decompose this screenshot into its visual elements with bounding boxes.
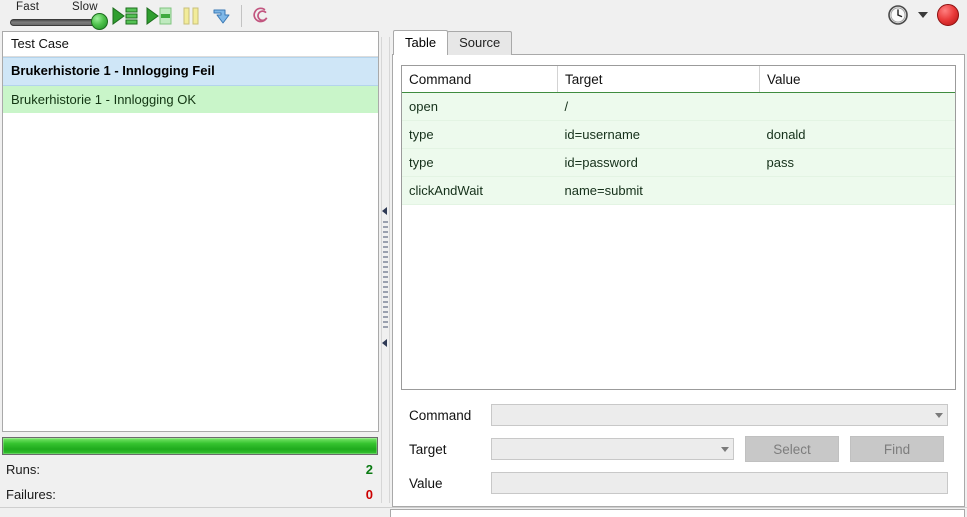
- table-row[interactable]: type id=password pass: [402, 148, 955, 177]
- record-icon: [937, 3, 959, 26]
- selenium-ide-window: Fast Slow Test Case Brukerhistorie 1 - I…: [0, 0, 967, 517]
- chevron-down-icon: [918, 11, 928, 18]
- cell-target[interactable]: /: [557, 92, 760, 121]
- chevron-down-icon[interactable]: [721, 446, 729, 452]
- chevron-down-icon[interactable]: [935, 412, 943, 418]
- cell-value[interactable]: pass: [759, 148, 955, 177]
- cell-command[interactable]: clickAndWait: [402, 176, 558, 205]
- test-case-list-box: Test Case Brukerhistorie 1 - Innlogging …: [2, 31, 379, 432]
- table-row[interactable]: open /: [402, 92, 955, 121]
- cell-command[interactable]: open: [402, 92, 558, 121]
- speed-slider-thumb[interactable]: [91, 13, 108, 30]
- cell-value[interactable]: [759, 92, 955, 121]
- toolbar-separator: [241, 5, 242, 27]
- run-statistics: Runs: 2 Failures: 0: [2, 457, 379, 507]
- runs-stat-row: Runs: 2: [6, 457, 373, 482]
- run-progress-track: [2, 437, 378, 455]
- main-split: Test Case Brukerhistorie 1 - Innlogging …: [0, 30, 967, 507]
- cell-value[interactable]: [759, 176, 955, 205]
- toolbar-right-group: [883, 0, 963, 30]
- runs-label: Runs:: [6, 462, 40, 477]
- speed-slider-track[interactable]: [10, 19, 103, 26]
- target-field-row: Target Select Find: [409, 436, 948, 462]
- clock-icon: [888, 4, 908, 25]
- splitter-collapse-left-icon-bottom[interactable]: [382, 339, 387, 347]
- editor-panel: Table Source Command Target Value open /…: [392, 30, 967, 507]
- column-header-target[interactable]: Target: [557, 66, 760, 93]
- runs-value: 2: [365, 462, 373, 477]
- pause-icon: [183, 7, 199, 24]
- speed-slow-label: Slow: [72, 1, 98, 13]
- test-case-list-header: Test Case: [3, 32, 378, 57]
- pause-button[interactable]: [176, 1, 206, 30]
- table-row[interactable]: clickAndWait name=submit: [402, 176, 955, 205]
- run-current-test-button[interactable]: [142, 1, 176, 30]
- command-table-box: Command Target Value open / type id=user…: [401, 65, 956, 390]
- cell-target[interactable]: id=password: [557, 148, 760, 177]
- failures-stat-row: Failures: 0: [6, 482, 373, 507]
- select-button[interactable]: Select: [745, 436, 839, 462]
- test-case-item-passing[interactable]: Brukerhistorie 1 - Innlogging OK: [3, 86, 378, 113]
- command-field-label: Command: [409, 407, 472, 423]
- splitter-collapse-left-icon[interactable]: [382, 207, 387, 215]
- cell-command[interactable]: type: [402, 120, 558, 149]
- play-list-icon: [112, 6, 138, 25]
- value-field-row: Value: [409, 472, 948, 494]
- run-progress-bar: [2, 437, 378, 455]
- table-tab-panel: Command Target Value open / type id=user…: [392, 54, 965, 507]
- command-editor-form: Command Target Select Find Value: [401, 390, 956, 502]
- test-case-item-failing[interactable]: Brukerhistorie 1 - Innlogging Feil: [3, 57, 378, 86]
- cell-target[interactable]: id=username: [557, 120, 760, 149]
- splitter-grip[interactable]: [383, 221, 388, 331]
- run-progress-fill: [3, 438, 377, 454]
- value-field-label: Value: [409, 475, 443, 491]
- main-toolbar: Fast Slow: [0, 0, 967, 31]
- command-table-header-row: Command Target Value: [402, 66, 955, 93]
- find-button[interactable]: Find: [850, 436, 944, 462]
- step-arrow-icon: [213, 9, 230, 23]
- schedule-dropdown-button[interactable]: [913, 0, 933, 29]
- speed-fast-label: Fast: [16, 1, 40, 13]
- schedule-button[interactable]: [883, 0, 913, 29]
- tab-source[interactable]: Source: [447, 31, 513, 55]
- cell-command[interactable]: type: [402, 148, 558, 177]
- command-field-row: Command: [409, 404, 948, 426]
- cell-value[interactable]: donald: [759, 120, 955, 149]
- execution-speed-slider[interactable]: Fast Slow: [2, 0, 108, 31]
- tab-table[interactable]: Table: [393, 30, 449, 55]
- command-input[interactable]: [491, 404, 948, 426]
- command-table-body: open / type id=username donald type id=p…: [402, 92, 955, 205]
- test-case-panel: Test Case Brukerhistorie 1 - Innlogging …: [0, 31, 379, 507]
- failures-label: Failures:: [6, 487, 56, 502]
- play-single-icon: [146, 6, 172, 25]
- command-table: Command Target Value open / type id=user…: [402, 66, 955, 205]
- pane-splitter[interactable]: [379, 31, 392, 507]
- run-all-tests-button[interactable]: [108, 1, 142, 30]
- record-button[interactable]: [933, 0, 963, 29]
- log-panel-sliver: [390, 509, 965, 517]
- failures-value: 0: [365, 487, 373, 502]
- column-header-command[interactable]: Command: [402, 66, 558, 93]
- splitter-line-right: [389, 37, 390, 503]
- step-button[interactable]: [206, 1, 236, 30]
- target-input[interactable]: [491, 438, 734, 460]
- rollup-button[interactable]: [247, 1, 277, 30]
- column-header-value[interactable]: Value: [759, 66, 955, 93]
- table-row[interactable]: type id=username donald: [402, 120, 955, 149]
- editor-tabs: Table Source: [392, 30, 965, 55]
- value-input[interactable]: [491, 472, 948, 494]
- splitter-line-left: [381, 37, 382, 503]
- target-field-label: Target: [409, 441, 447, 457]
- spiral-icon: [253, 6, 268, 22]
- cell-target[interactable]: name=submit: [557, 176, 760, 205]
